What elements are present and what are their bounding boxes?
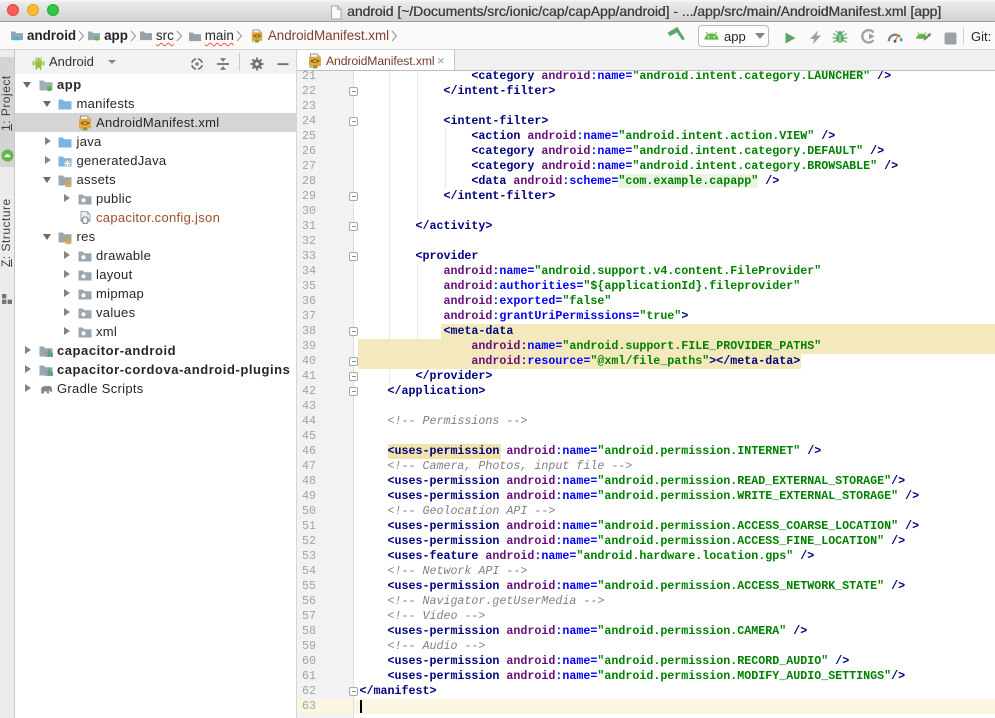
svg-text:<>: <> xyxy=(310,58,320,66)
svg-text:{}: {} xyxy=(80,217,88,225)
svg-text:<>: <> xyxy=(80,120,90,128)
